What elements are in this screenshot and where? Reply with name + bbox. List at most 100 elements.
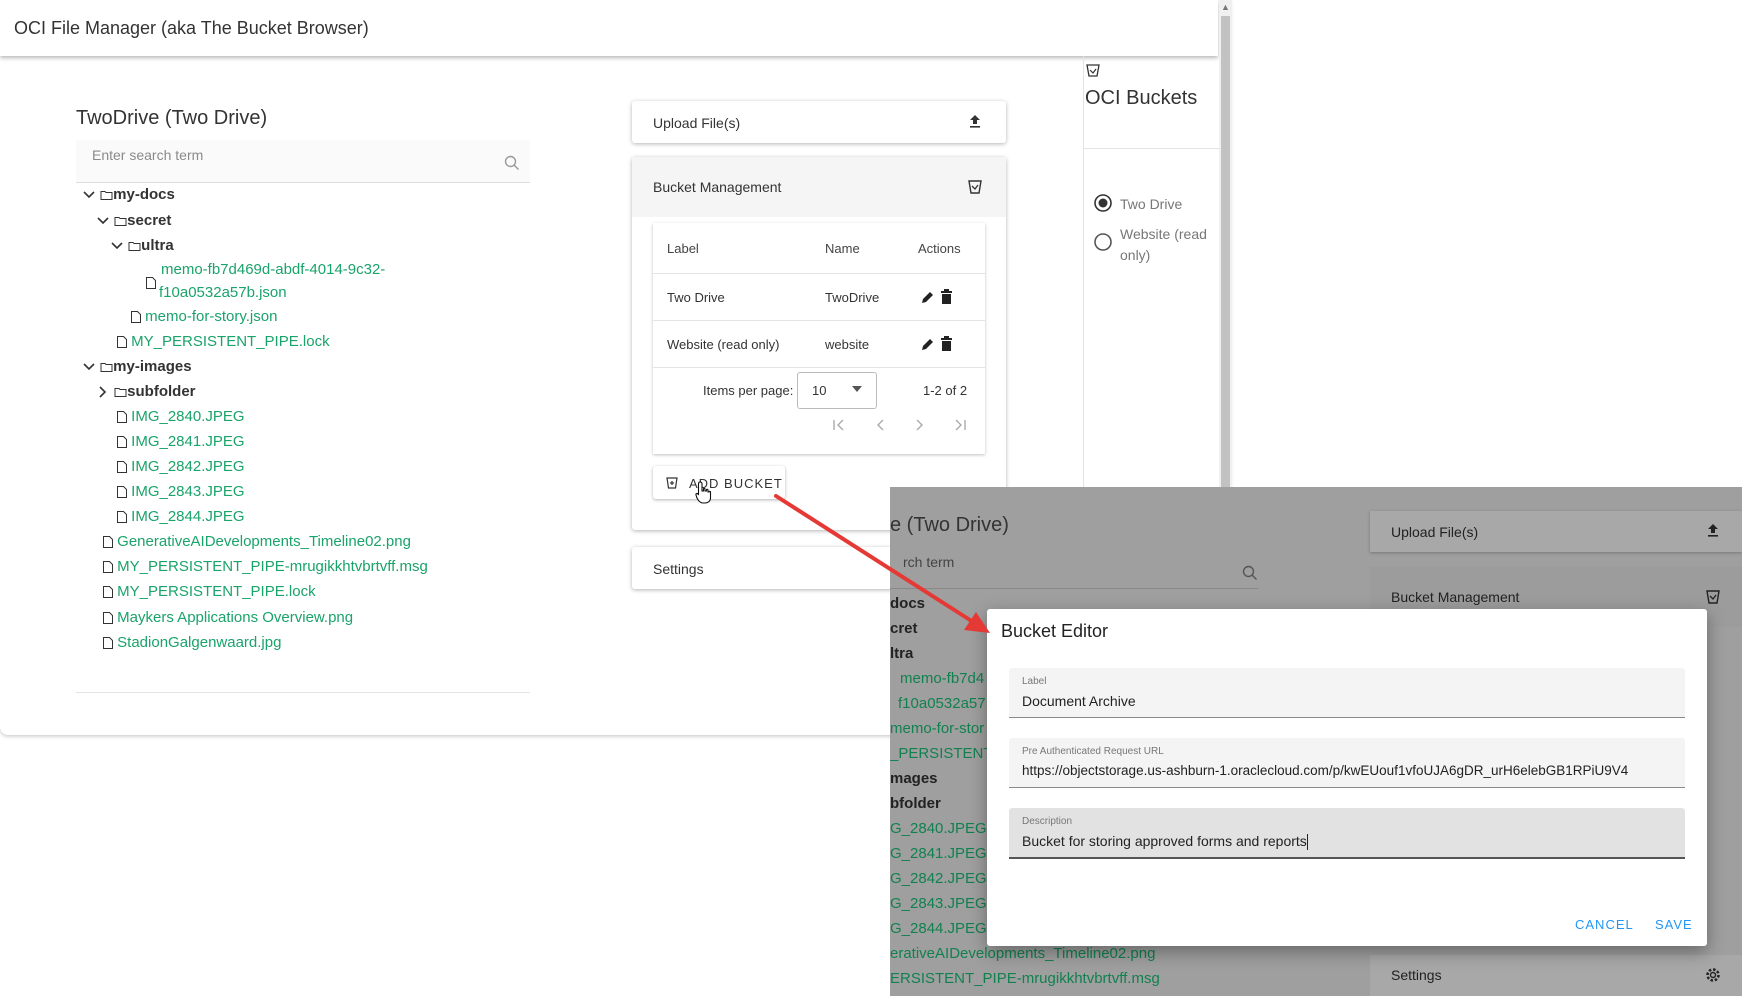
row-divider <box>653 367 985 368</box>
next-page-icon[interactable] <box>915 419 925 431</box>
overlay-drive-title: e (Two Drive) <box>890 514 1009 536</box>
tree-file-persistent-lock-docs[interactable]: MY_PERSISTENT_PIPE.lock <box>117 333 330 350</box>
tree-file-memo-line1[interactable]: memo-fb7d469d-abdf-4014-9c32- <box>161 261 385 278</box>
tree-divider <box>76 692 530 693</box>
row-divider <box>653 273 985 274</box>
radio-checked-icon[interactable] <box>1094 194 1112 212</box>
search-input[interactable]: Enter search term <box>76 140 530 183</box>
cancel-button[interactable]: CANCEL <box>1575 917 1634 932</box>
file-icon <box>103 586 113 599</box>
file-label[interactable]: IMG_2840.JPEG <box>131 408 244 425</box>
file-label[interactable]: StadionGalgenwaard.jpg <box>117 634 281 651</box>
window-scrollbar[interactable]: ▲ <box>1219 0 1232 487</box>
tree-file-img3[interactable]: IMG_2842.JPEG <box>117 458 245 475</box>
tree-file-img5[interactable]: IMG_2844.JPEG <box>117 508 245 525</box>
add-bucket-button[interactable]: ADD BUCKET <box>653 466 785 504</box>
chevron-down-icon[interactable] <box>96 214 110 228</box>
tree-file-msg[interactable]: MY_PERSISTENT_PIPE-mrugikkhtvbrtvff.msg <box>103 558 428 575</box>
last-page-icon[interactable] <box>953 419 967 431</box>
bucket-label-cell: Two Drive <box>667 290 725 305</box>
oci-buckets-title: OCI Buckets <box>1085 87 1198 109</box>
file-label[interactable]: GenerativeAIDevelopments_Timeline02.png <box>117 533 411 550</box>
scroll-up-arrow-icon[interactable]: ▲ <box>1221 2 1230 12</box>
first-page-icon[interactable] <box>832 419 846 431</box>
chevron-down-icon[interactable] <box>110 239 124 253</box>
column-header-name: Name <box>825 241 860 256</box>
tree-folder-subfolder[interactable]: subfolder <box>96 383 196 400</box>
file-label[interactable]: MY_PERSISTENT_PIPE.lock <box>131 333 329 350</box>
bucket-management-label: Bucket Management <box>653 179 782 195</box>
file-label[interactable]: MY_PERSISTENT_PIPE.lock <box>117 583 315 600</box>
chevron-right-icon[interactable] <box>96 385 110 399</box>
chevron-down-icon[interactable] <box>82 360 96 374</box>
file-label[interactable]: IMG_2844.JPEG <box>131 508 244 525</box>
tree-file-memo-for-story[interactable]: memo-for-story.json <box>131 308 277 325</box>
url-field[interactable]: Pre Authenticated Request URL https://ob… <box>1009 738 1685 788</box>
upload-card[interactable]: Upload File(s) <box>632 101 1006 143</box>
delete-trash-icon[interactable] <box>940 289 953 305</box>
tree-file-memo[interactable] <box>146 274 156 291</box>
chevron-down-icon[interactable] <box>82 188 96 202</box>
search-icon[interactable] <box>504 155 520 171</box>
label-field-value: Document Archive <box>1022 693 1136 709</box>
tree-folder-my-images[interactable]: my-images <box>82 358 192 375</box>
tree-file-img2[interactable]: IMG_2841.JPEG <box>117 433 245 450</box>
file-label[interactable]: Maykers Applications Overview.png <box>117 609 353 626</box>
save-button[interactable]: SAVE <box>1655 917 1693 932</box>
bucket-icon <box>1086 64 1100 77</box>
tree-file-maykers[interactable]: Maykers Applications Overview.png <box>103 609 353 626</box>
file-icon <box>131 311 141 324</box>
file-icon <box>117 486 127 499</box>
radio-unchecked-icon[interactable] <box>1094 233 1112 251</box>
description-field-label: Description <box>1022 816 1073 827</box>
bucket-name-cell: TwoDrive <box>825 290 880 305</box>
overlay-gear-icon <box>1706 968 1720 982</box>
tree-file-genai[interactable]: GenerativeAIDevelopments_Timeline02.png <box>103 533 411 550</box>
tree-folder-ultra[interactable]: ultra <box>110 237 174 254</box>
dropdown-arrow-icon[interactable] <box>852 386 862 392</box>
file-label[interactable]: memo-for-story.json <box>145 308 277 325</box>
overlay-bucket-icon <box>1706 590 1720 604</box>
overlay-upload-icon <box>1708 524 1718 537</box>
file-label[interactable]: IMG_2842.JPEG <box>131 458 244 475</box>
file-icon <box>103 637 113 650</box>
scrollbar-thumb[interactable] <box>1221 16 1230 487</box>
tree-file-memo-line2[interactable]: f10a0532a57b.json <box>159 284 287 301</box>
tree-file-img1[interactable]: IMG_2840.JPEG <box>117 408 245 425</box>
tree-folder-secret[interactable]: secret <box>96 212 171 229</box>
panel-divider <box>1084 148 1220 149</box>
tree-file-img4[interactable]: IMG_2843.JPEG <box>117 483 245 500</box>
file-label[interactable]: IMG_2841.JPEG <box>131 433 244 450</box>
bucket-editor-dialog: Bucket Editor Label Document Archive Pre… <box>987 609 1707 946</box>
overlay-search-icon <box>1242 565 1257 580</box>
overlay-upload-label: Upload File(s) <box>1391 524 1479 540</box>
bucket-management-header[interactable]: Bucket Management <box>632 157 1006 217</box>
folder-label: secret <box>127 212 172 229</box>
tree-file-persistent-lock[interactable]: MY_PERSISTENT_PIPE.lock <box>103 583 316 600</box>
tree-file-stadion[interactable]: StadionGalgenwaard.jpg <box>103 634 281 651</box>
add-bucket-icon <box>666 477 678 489</box>
upload-icon[interactable] <box>967 113 983 129</box>
delete-trash-icon[interactable] <box>940 336 953 352</box>
settings-label: Settings <box>653 561 704 577</box>
file-icon <box>103 536 113 549</box>
bucket-icon[interactable] <box>966 177 984 195</box>
column-header-label: Label <box>667 241 699 256</box>
tree-folder-my-docs[interactable]: my-docs <box>82 186 175 203</box>
file-label[interactable]: MY_PERSISTENT_PIPE-mrugikkhtvbrtvff.msg <box>117 558 428 575</box>
folder-icon <box>100 363 113 373</box>
file-icon <box>117 436 127 449</box>
description-field[interactable]: Description Bucket for storing approved … <box>1009 808 1685 859</box>
edit-pencil-icon[interactable] <box>920 290 935 305</box>
file-icon <box>117 336 127 349</box>
dialog-title: Bucket Editor <box>1001 621 1109 641</box>
search-placeholder: Enter search term <box>92 147 204 163</box>
label-field[interactable]: Label Document Archive <box>1009 668 1685 718</box>
folder-icon <box>114 217 127 227</box>
url-field-label: Pre Authenticated Request URL <box>1022 746 1164 757</box>
folder-label: my-images <box>113 358 192 375</box>
edit-pencil-icon[interactable] <box>920 337 935 352</box>
previous-page-icon[interactable] <box>875 419 885 431</box>
items-per-page-select[interactable]: 10 <box>797 372 877 409</box>
file-label[interactable]: IMG_2843.JPEG <box>131 483 244 500</box>
